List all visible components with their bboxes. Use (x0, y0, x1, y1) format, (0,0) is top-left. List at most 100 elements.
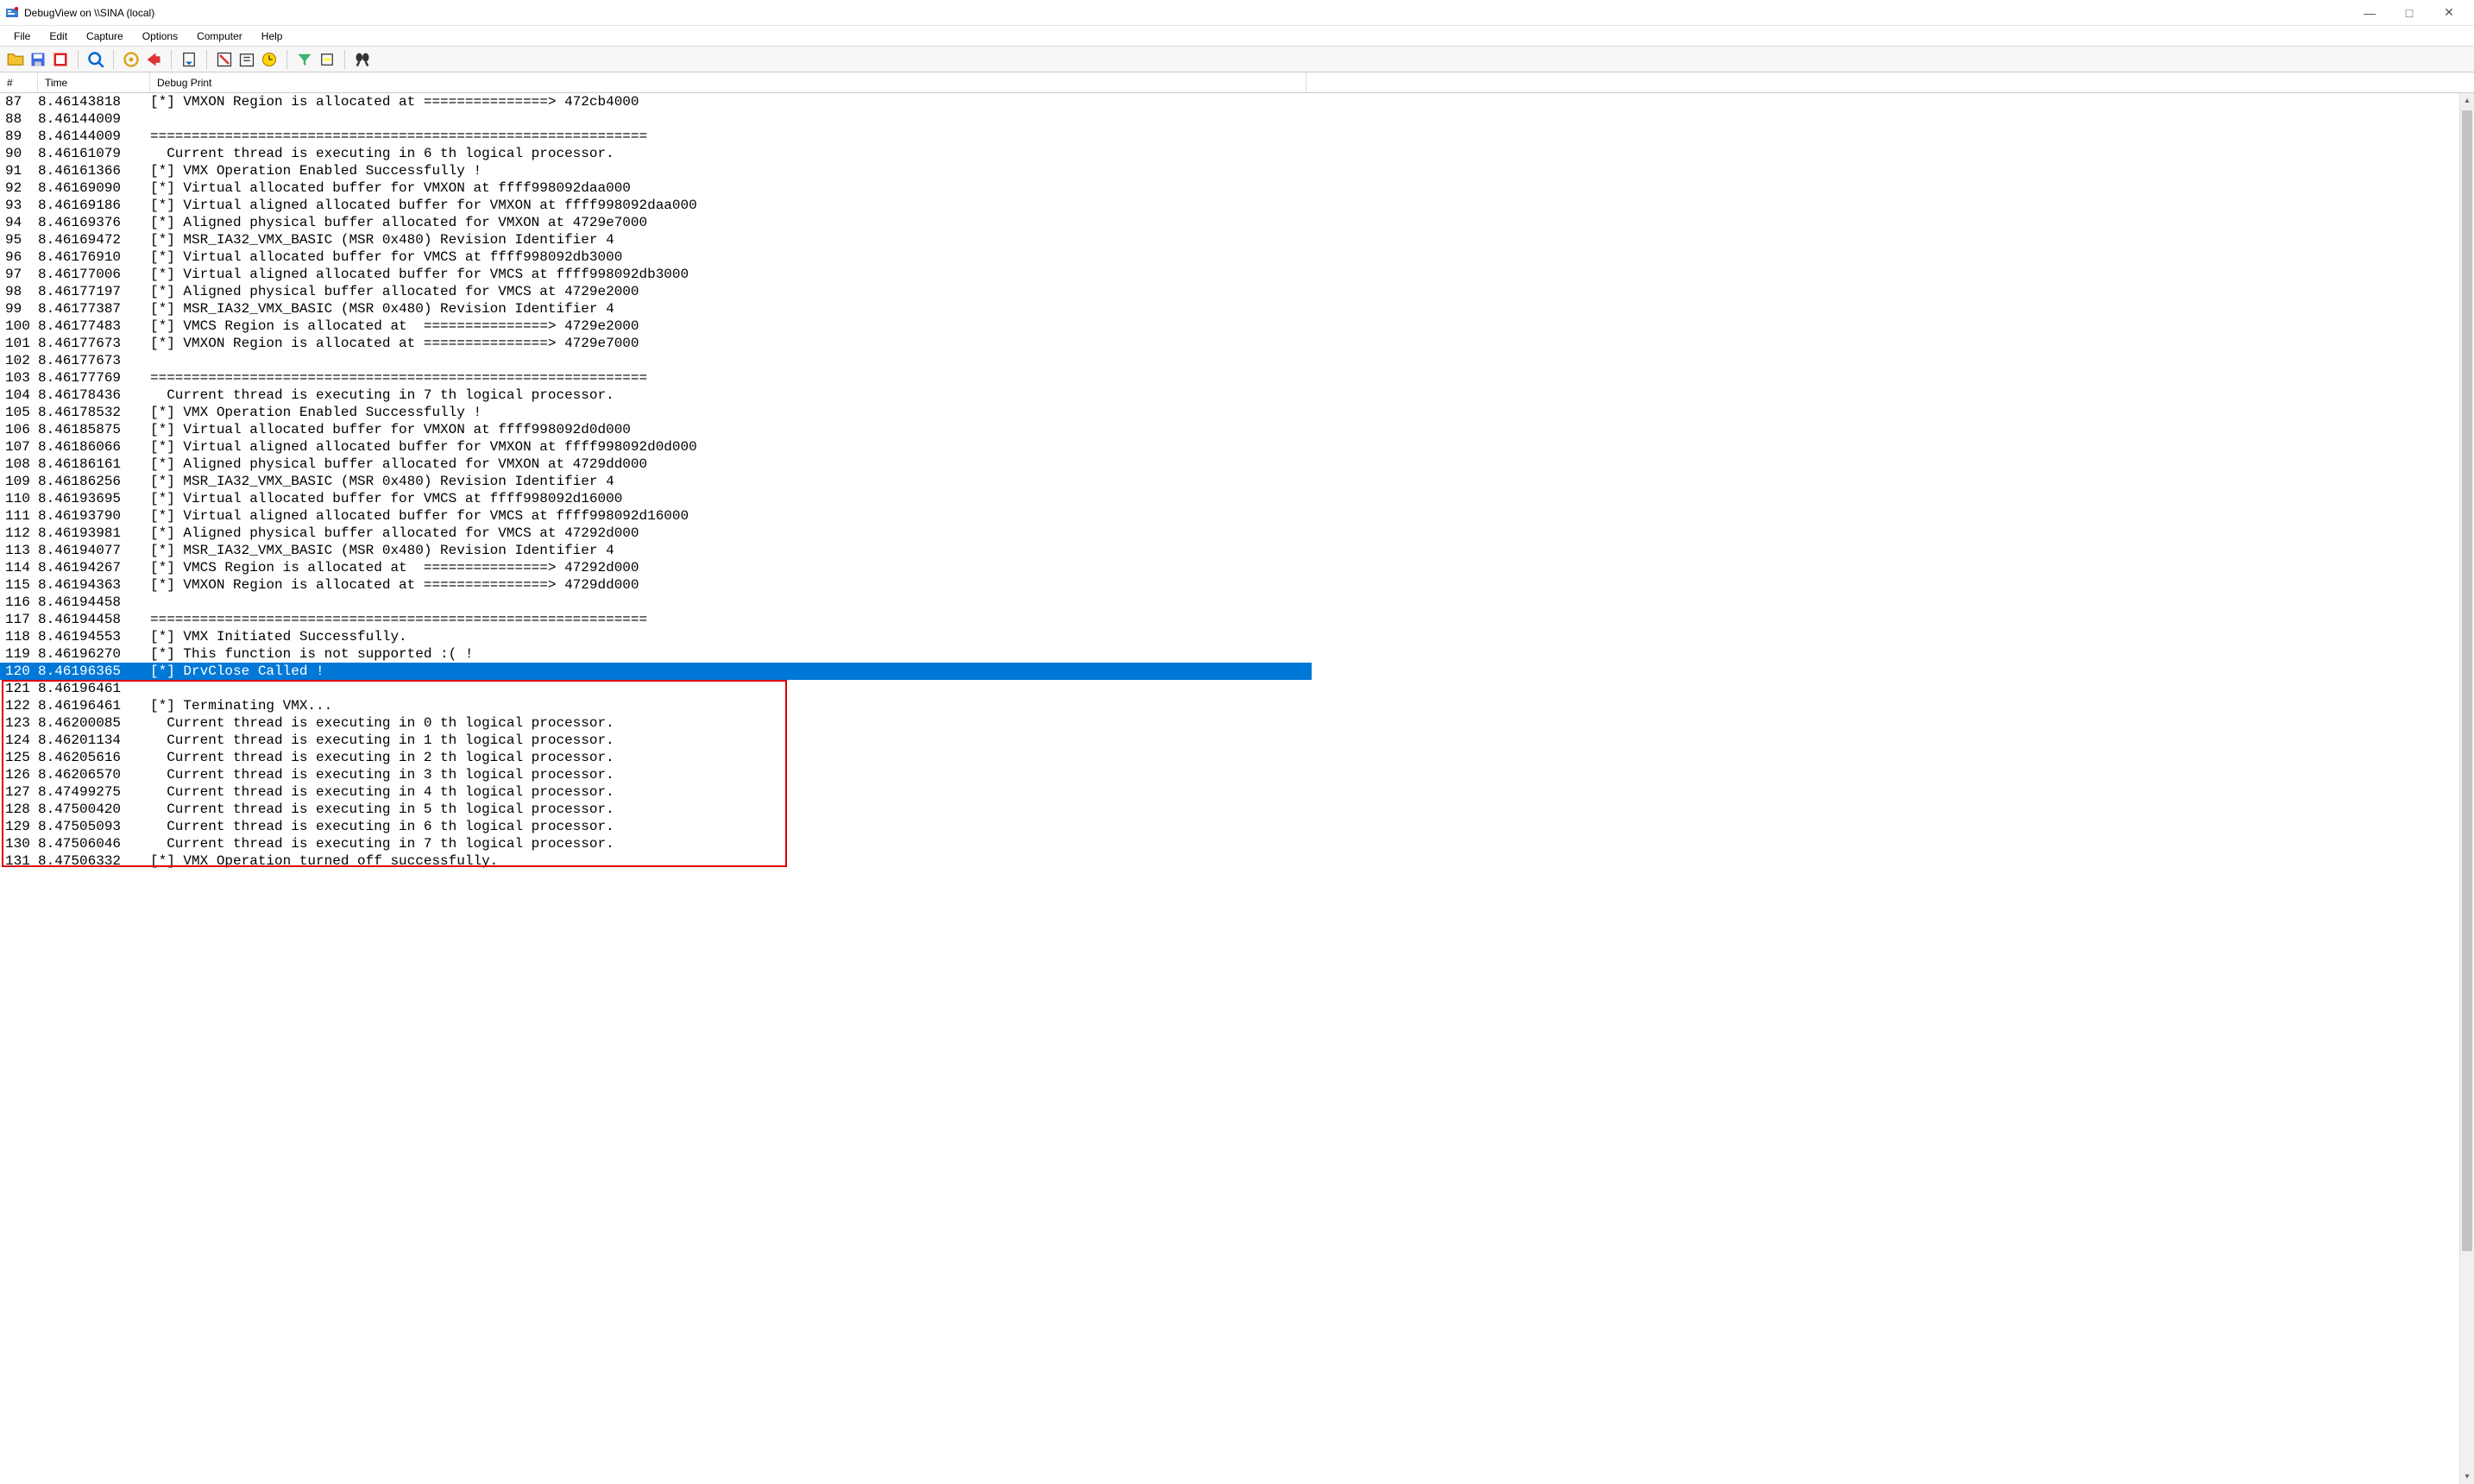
row-time: 8.46196461 (38, 697, 150, 714)
row-time: 8.46178532 (38, 404, 150, 421)
row-num: 94 (0, 214, 38, 231)
close-button[interactable]: ✕ (2429, 0, 2469, 26)
log-row[interactable]: 1118.46193790[*] Virtual aligned allocat… (0, 507, 2459, 525)
log-row[interactable]: 968.46176910[*] Virtual allocated buffer… (0, 248, 2459, 266)
row-num: 129 (0, 818, 38, 835)
log-row[interactable]: 1058.46178532[*] VMX Operation Enabled S… (0, 404, 2459, 421)
log-icon[interactable] (52, 51, 69, 68)
row-time: 8.46201134 (38, 732, 150, 749)
log-row[interactable]: 1108.46193695[*] Virtual allocated buffe… (0, 490, 2459, 507)
log-row[interactable]: 1168.46194458 (0, 594, 2459, 611)
scroll-thumb[interactable] (2462, 110, 2472, 1251)
log-row[interactable]: 918.46161366[*] VMX Operation Enabled Su… (0, 162, 2459, 179)
log-row[interactable]: 1008.46177483[*] VMCS Region is allocate… (0, 318, 2459, 335)
menu-edit[interactable]: Edit (41, 28, 76, 44)
row-time: 8.46186161 (38, 456, 150, 473)
find-icon[interactable] (354, 51, 371, 68)
row-num: 108 (0, 456, 38, 473)
log-row[interactable]: 1318.47506332[*] VMX Operation turned of… (0, 852, 2459, 870)
scroll-down-icon[interactable]: ▾ (2460, 1469, 2474, 1484)
log-row[interactable]: 1088.46186161[*] Aligned physical buffer… (0, 456, 2459, 473)
row-time: 8.47505093 (38, 818, 150, 835)
highlight-icon[interactable] (318, 51, 336, 68)
log-row[interactable]: 1308.47506046 Current thread is executin… (0, 835, 2459, 852)
log-row[interactable]: 1278.47499275 Current thread is executin… (0, 783, 2459, 801)
log-row[interactable]: 948.46169376[*] Aligned physical buffer … (0, 214, 2459, 231)
titlebar: DebugView on \\SINA (local) — □ ✕ (0, 0, 2474, 26)
log-row[interactable]: 978.46177006[*] Virtual aligned allocate… (0, 266, 2459, 283)
log-row[interactable]: 1128.46193981[*] Aligned physical buffer… (0, 525, 2459, 542)
clock-icon[interactable] (261, 51, 278, 68)
row-print: [*] VMX Operation turned off successfull… (150, 852, 2459, 870)
log-row[interactable]: 998.46177387[*] MSR_IA32_VMX_BASIC (MSR … (0, 300, 2459, 318)
filter-icon[interactable] (296, 51, 313, 68)
log-row[interactable]: 1298.47505093 Current thread is executin… (0, 818, 2459, 835)
row-num: 89 (0, 128, 38, 145)
log-row[interactable]: 1048.46178436 Current thread is executin… (0, 387, 2459, 404)
log-row[interactable]: 1098.46186256[*] MSR_IA32_VMX_BASIC (MSR… (0, 473, 2459, 490)
clear-icon[interactable] (216, 51, 233, 68)
log-row[interactable]: 878.46143818[*] VMXON Region is allocate… (0, 93, 2459, 110)
row-num: 125 (0, 749, 38, 766)
log-row[interactable]: 1018.46177673[*] VMXON Region is allocat… (0, 335, 2459, 352)
kernel-icon[interactable] (123, 51, 140, 68)
col-header-num[interactable]: # (0, 72, 38, 92)
col-header-print[interactable]: Debug Print (150, 72, 1306, 92)
menu-capture[interactable]: Capture (78, 28, 132, 44)
log-row[interactable]: 1258.46205616 Current thread is executin… (0, 749, 2459, 766)
maximize-button[interactable]: □ (2389, 0, 2429, 26)
log-row[interactable]: 1078.46186066[*] Virtual aligned allocat… (0, 438, 2459, 456)
row-num: 126 (0, 766, 38, 783)
autoscroll-icon[interactable] (180, 51, 198, 68)
window-title: DebugView on \\SINA (local) (24, 7, 154, 19)
log-row[interactable]: 1028.46177673 (0, 352, 2459, 369)
log-row[interactable]: 1148.46194267[*] VMCS Region is allocate… (0, 559, 2459, 576)
log-row[interactable]: 1038.46177769===========================… (0, 369, 2459, 387)
log-row[interactable]: 988.46177197[*] Aligned physical buffer … (0, 283, 2459, 300)
row-num: 95 (0, 231, 38, 248)
row-print: [*] VMXON Region is allocated at =======… (150, 576, 2459, 594)
row-time: 8.46169472 (38, 231, 150, 248)
menu-options[interactable]: Options (134, 28, 186, 44)
menu-computer[interactable]: Computer (188, 28, 251, 44)
log-row[interactable]: 1158.46194363[*] VMXON Region is allocat… (0, 576, 2459, 594)
log-row[interactable]: 908.46161079 Current thread is executing… (0, 145, 2459, 162)
scroll-up-icon[interactable]: ▴ (2460, 93, 2474, 108)
log-list[interactable]: 878.46143818[*] VMXON Region is allocate… (0, 93, 2459, 870)
log-row[interactable]: 888.46144009 (0, 110, 2459, 128)
log-row[interactable]: 1288.47500420 Current thread is executin… (0, 801, 2459, 818)
row-print: [*] VMX Operation Enabled Successfully ! (150, 162, 2459, 179)
row-print: [*] DrvClose Called ! (150, 663, 1312, 680)
log-row[interactable]: 1248.46201134 Current thread is executin… (0, 732, 2459, 749)
log-row[interactable]: 898.46144009============================… (0, 128, 2459, 145)
menu-help[interactable]: Help (253, 28, 292, 44)
menu-file[interactable]: File (5, 28, 39, 44)
time-format-icon[interactable] (238, 51, 255, 68)
row-time: 8.46176910 (38, 248, 150, 266)
log-row[interactable]: 958.46169472[*] MSR_IA32_VMX_BASIC (MSR … (0, 231, 2459, 248)
log-row[interactable]: 1138.46194077[*] MSR_IA32_VMX_BASIC (MSR… (0, 542, 2459, 559)
col-header-time[interactable]: Time (38, 72, 150, 92)
row-print: [*] Aligned physical buffer allocated fo… (150, 525, 2459, 542)
minimize-button[interactable]: — (2350, 0, 2389, 26)
row-time: 8.46169376 (38, 214, 150, 231)
log-row[interactable]: 1188.46194553[*] VMX Initiated Successfu… (0, 628, 2459, 645)
log-row[interactable]: 1268.46206570 Current thread is executin… (0, 766, 2459, 783)
log-row[interactable]: 1198.46196270[*] This function is not su… (0, 645, 2459, 663)
log-row[interactable]: 1068.46185875[*] Virtual allocated buffe… (0, 421, 2459, 438)
save-icon[interactable] (29, 51, 47, 68)
log-row[interactable]: 1218.46196461 (0, 680, 2459, 697)
log-row[interactable]: 1228.46196461[*] Terminating VMX... (0, 697, 2459, 714)
log-row[interactable]: 1238.46200085 Current thread is executin… (0, 714, 2459, 732)
passthrough-icon[interactable] (145, 51, 162, 68)
log-row[interactable]: 938.46169186[*] Virtual aligned allocate… (0, 197, 2459, 214)
app-icon (5, 6, 19, 20)
log-row[interactable]: 1208.46196365[*] DrvClose Called ! (0, 663, 1312, 680)
capture-icon[interactable] (87, 51, 104, 68)
open-icon[interactable] (7, 51, 24, 68)
log-row[interactable]: 1178.46194458===========================… (0, 611, 2459, 628)
row-time: 8.46205616 (38, 749, 150, 766)
vertical-scrollbar[interactable]: ▴ ▾ (2459, 93, 2474, 1484)
col-header-extra[interactable] (1306, 72, 2474, 92)
log-row[interactable]: 928.46169090[*] Virtual allocated buffer… (0, 179, 2459, 197)
